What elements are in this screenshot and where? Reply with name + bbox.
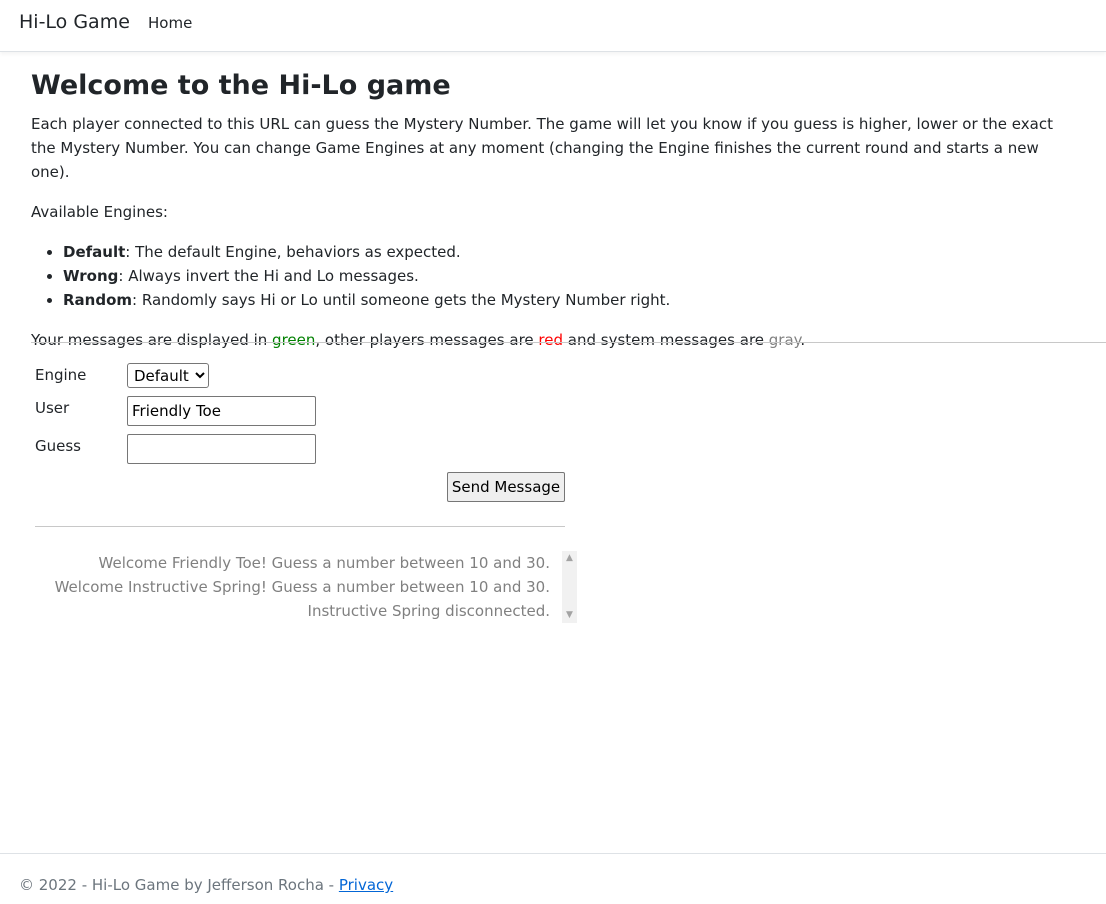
legend-red: red bbox=[538, 331, 563, 349]
message-scrollbar[interactable]: ▲ ▼ bbox=[562, 551, 577, 623]
engine-list: Default: The default Engine, behaviors a… bbox=[31, 240, 1106, 312]
guess-label: Guess bbox=[35, 437, 81, 455]
legend-text: and system messages are bbox=[563, 331, 769, 349]
legend-text: Your messages are displayed in bbox=[31, 331, 273, 349]
nav-home-link[interactable]: Home bbox=[148, 14, 192, 32]
scroll-down-icon[interactable]: ▼ bbox=[562, 608, 577, 623]
engine-item-wrong: Wrong: Always invert the Hi and Lo messa… bbox=[63, 264, 1106, 288]
engine-item-random: Random: Randomly says Hi or Lo until som… bbox=[63, 288, 1106, 312]
user-label: User bbox=[35, 399, 70, 417]
navbar: Hi-Lo Game Home bbox=[0, 0, 1106, 52]
engine-name: Default bbox=[63, 243, 126, 261]
footer-text: © 2022 - Hi-Lo Game by Jefferson Rocha -… bbox=[19, 876, 393, 894]
system-message: Welcome Instructive Spring! Guess a numb… bbox=[54, 578, 550, 596]
color-legend: Your messages are displayed in green, ot… bbox=[31, 328, 1106, 352]
copyright-text: © 2022 - Hi-Lo Game by Jefferson Rocha - bbox=[19, 876, 339, 894]
system-message: Instructive Spring disconnected. bbox=[307, 602, 550, 620]
engine-desc: : Always invert the Hi and Lo messages. bbox=[118, 267, 419, 285]
footer: © 2022 - Hi-Lo Game by Jefferson Rocha -… bbox=[0, 853, 1106, 904]
legend-green: green bbox=[272, 331, 316, 349]
engine-name: Random bbox=[63, 291, 133, 309]
form-divider bbox=[35, 526, 565, 527]
legend-text: , other players messages are bbox=[315, 331, 539, 349]
guess-input[interactable] bbox=[127, 434, 316, 464]
divider bbox=[31, 342, 1106, 343]
scroll-up-icon[interactable]: ▲ bbox=[562, 551, 577, 566]
engine-select[interactable]: Default bbox=[127, 363, 209, 388]
system-message: Welcome Friendly Toe! Guess a number bet… bbox=[98, 554, 550, 572]
engine-desc: : The default Engine, behaviors as expec… bbox=[125, 243, 461, 261]
legend-gray: gray bbox=[768, 331, 801, 349]
engine-desc: : Randomly says Hi or Lo until someone g… bbox=[132, 291, 671, 309]
main-content: Welcome to the Hi-Lo game Each player co… bbox=[31, 68, 1106, 352]
engine-name: Wrong bbox=[63, 267, 119, 285]
legend-text: . bbox=[800, 331, 806, 349]
brand-link[interactable]: Hi-Lo Game bbox=[19, 11, 130, 33]
intro-text: Each player connected to this URL can gu… bbox=[31, 115, 1053, 181]
user-input[interactable] bbox=[127, 396, 316, 426]
send-message-button[interactable]: Send Message bbox=[447, 472, 565, 502]
engine-item-default: Default: The default Engine, behaviors a… bbox=[63, 240, 1106, 264]
message-list[interactable]: Welcome Friendly Toe! Guess a number bet… bbox=[35, 551, 577, 623]
page-title: Welcome to the Hi-Lo game bbox=[31, 70, 451, 101]
message-items: Welcome Friendly Toe! Guess a number bet… bbox=[55, 551, 550, 623]
engines-label: Available Engines: bbox=[31, 203, 168, 221]
privacy-link[interactable]: Privacy bbox=[339, 876, 393, 894]
engine-label: Engine bbox=[35, 366, 87, 384]
